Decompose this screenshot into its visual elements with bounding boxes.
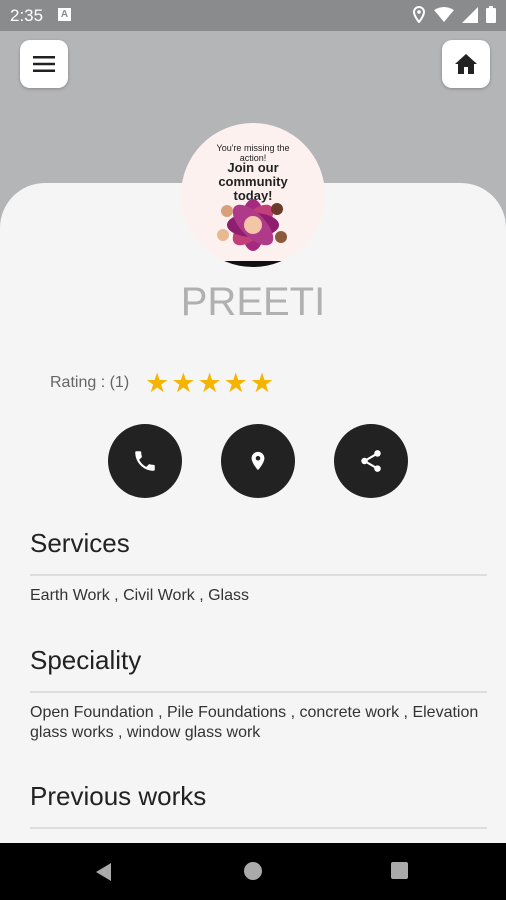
menu-icon [33, 56, 55, 72]
rating-stars: ★ ★ ★ ★ ★ [145, 368, 274, 398]
speciality-text: Open Foundation , Pile Foundations , con… [30, 704, 479, 741]
location-button[interactable] [221, 424, 295, 498]
app-notification-icon: A [58, 8, 71, 21]
status-time: 2:35 [10, 6, 44, 25]
share-button[interactable] [334, 424, 408, 498]
home-button[interactable] [442, 40, 490, 88]
battery-icon [486, 6, 496, 23]
star-icon: ★ [145, 368, 170, 398]
status-icons [412, 6, 496, 23]
status-bar: 2:35 A [0, 0, 506, 31]
speciality-title: Speciality [30, 645, 142, 675]
back-nav-icon[interactable] [96, 863, 111, 881]
star-icon: ★ [197, 368, 222, 398]
phone-icon [135, 451, 155, 471]
signal-icon [462, 6, 478, 23]
share-icon [361, 450, 381, 472]
community-flower-illustration [217, 199, 289, 267]
recents-nav-icon[interactable] [391, 862, 408, 879]
previous-works-title: Previous works [30, 781, 207, 811]
star-icon: ★ [249, 368, 275, 398]
star-icon: ★ [223, 368, 248, 398]
location-status-icon [412, 6, 426, 23]
rating-label: Rating : (1) [50, 374, 130, 391]
menu-button[interactable] [20, 40, 68, 88]
call-button[interactable] [108, 424, 182, 498]
location-icon [251, 451, 265, 471]
previous-works-divider [30, 827, 487, 829]
home-icon [455, 54, 477, 74]
services-text: Earth Work , Civil Work , Glass [30, 587, 249, 604]
services-divider [30, 574, 487, 576]
home-nav-icon[interactable] [244, 862, 262, 880]
services-title: Services [30, 528, 130, 558]
star-icon: ★ [171, 368, 196, 398]
wifi-icon [434, 6, 454, 22]
speciality-divider [30, 691, 487, 693]
profile-avatar: You're missing the action! Join our comm… [181, 123, 325, 267]
profile-name: PREETI [180, 280, 326, 324]
